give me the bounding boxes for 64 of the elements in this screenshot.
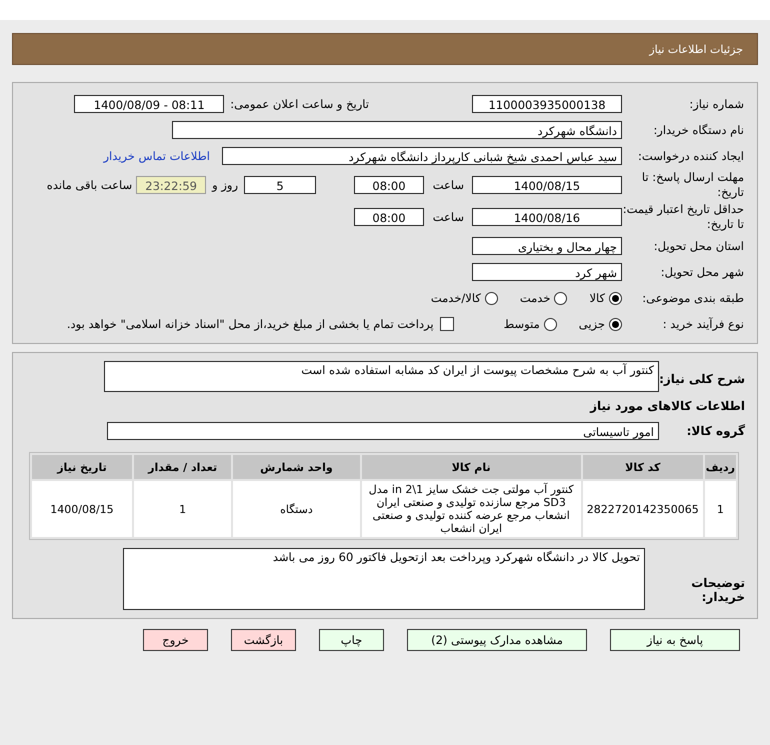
time-label: ساعت — [432, 210, 465, 224]
field-label: شرح کلی نیاز: — [659, 371, 746, 386]
goods-group-field: امور تاسیساتی — [107, 422, 659, 440]
action-button[interactable]: چاپ — [319, 629, 384, 651]
time-label: ساعت — [432, 178, 465, 192]
remaining-label: ساعت باقی مانده — [46, 178, 134, 192]
table-cell: دستگاه — [233, 481, 360, 537]
field-label: حداقل تاریخ اعتبار قیمت: تا تاریخ: — [622, 202, 745, 232]
notes-field: تحویل کالا در دانشگاه شهرکرد وپرداخت بعد ازتحویل فاکتور 60 روز می باشد — [123, 548, 645, 610]
announce-date-field: 1400/08/09 - 08:11 — [74, 95, 224, 113]
option-label: خدمت — [520, 291, 550, 305]
deadline-time-field: 08:00 — [354, 176, 424, 194]
column-header: تعداد / مقدار — [134, 455, 232, 479]
province-field: چهار محال و بختیاری — [472, 237, 622, 255]
radio-button[interactable] — [484, 292, 498, 304]
days-field: 5 — [244, 176, 316, 194]
column-header: تاریخ نیاز — [32, 455, 132, 479]
checkbox-label: پرداخت تمام یا بخشی از مبلغ خرید،از محل "اسناد خزانه اسلامی" خواهد بود. — [66, 317, 434, 331]
remaining-time-field: 23:22:59 — [136, 176, 206, 194]
option-label: جزیی — [578, 317, 605, 331]
action-button[interactable]: پاسخ به نیاز — [610, 629, 740, 651]
field-label: شهر محل تحویل: — [660, 265, 745, 279]
field-label: مهلت ارسال پاسخ: تا تاریخ: — [640, 170, 745, 200]
contact-info-link[interactable]: اطلاعات تماس خریدار — [103, 149, 210, 163]
radio-button[interactable] — [554, 292, 568, 304]
column-header: ردیف — [704, 455, 736, 479]
city-field: شهر کرد — [472, 263, 622, 281]
action-button[interactable]: بازگشت — [231, 629, 296, 651]
table-cell: 1400/08/15 — [32, 481, 132, 537]
field-label: نام دستگاه خریدار: — [652, 123, 745, 137]
table-cell: 1 — [704, 481, 736, 537]
table-cell: 1 — [134, 481, 232, 537]
field-label: طبقه بندی موضوعی: — [641, 291, 745, 305]
requester-field: سید عباس احمدی شیخ شبانی کارپرداز دانشگاه شهرکرد — [222, 147, 622, 165]
deadline-date-field: 1400/08/15 — [472, 176, 622, 194]
action-button[interactable]: خروج — [143, 629, 208, 651]
option-label: کالا/خدمت — [430, 291, 481, 305]
field-label: توضیحات خریدار: — [690, 575, 746, 604]
field-label: تاریخ و ساعت اعلان عمومی: — [229, 97, 370, 111]
option-label: متوسط — [504, 317, 540, 331]
radio-button[interactable] — [609, 318, 622, 330]
section-title: اطلاعات کالاهای مورد نیاز — [588, 398, 746, 415]
field-label: ایجاد کننده درخواست: — [637, 149, 745, 163]
option-label: کالا — [589, 291, 605, 305]
column-header: واحد شمارش — [233, 455, 360, 479]
field-label: استان محل تحویل: — [652, 239, 745, 253]
description-field: کنتور آب به شرح مشخصات پیوست از ایران کد مشابه استفاده شده است — [104, 361, 659, 392]
column-header: نام کالا — [362, 455, 581, 479]
field-label: نوع فرآیند خرید : — [662, 317, 745, 331]
validity-time-field: 08:00 — [354, 208, 424, 226]
radio-button[interactable] — [609, 292, 622, 304]
table-cell: کنتور آب مولتی جت خشک سایز 1\2 in مدل SD3 مرجع سازنده تولیدی و صنعتی ایران انشعاب مرجع عرضه کننده تولیدی و صنعتی ایران انشعاب — [362, 481, 581, 537]
action-button[interactable]: مشاهده مدارک پیوستی (2) — [407, 629, 587, 651]
column-header: کد کالا — [582, 455, 703, 479]
checkbox[interactable] — [440, 317, 454, 331]
field-label: شماره نیاز: — [688, 97, 745, 111]
radio-button[interactable] — [544, 318, 557, 330]
field-label: گروه کالا: — [686, 424, 746, 438]
buyer-org-field: دانشگاه شهرکرد — [172, 121, 622, 139]
need-number-field: 1100003935000138 — [472, 95, 622, 113]
page-title: جزئیات اطلاعات نیاز — [649, 42, 743, 56]
days-label: روز و — [210, 178, 239, 192]
validity-date-field: 1400/08/16 — [472, 208, 622, 226]
table-cell: 2822720142350065 — [582, 481, 703, 537]
